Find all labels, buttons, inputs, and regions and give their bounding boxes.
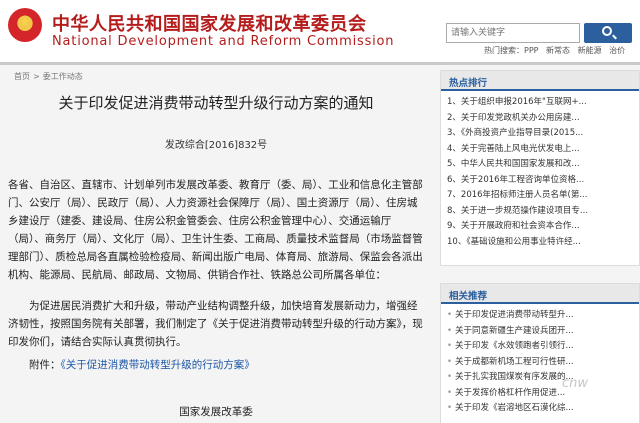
national-emblem-icon	[8, 8, 42, 42]
related-item[interactable]: • 关于同意新疆生产建设兵团开...	[447, 324, 633, 340]
attachment-line: 附件：《关于促进消费带动转型升级的行动方案》	[8, 356, 426, 374]
related-recommend-title: 相关推荐	[441, 284, 639, 304]
related-item[interactable]: • 关于成都新机场工程可行性研...	[447, 355, 633, 371]
hot-ranking-item[interactable]: 8、关于进一步规范操作建设项目专...	[447, 204, 633, 220]
hot-ranking-title: 热点排行	[441, 71, 639, 91]
search-button[interactable]	[584, 23, 632, 43]
hot-ranking-item[interactable]: 9、关于开展政府和社会资本合作...	[447, 219, 633, 235]
article-paragraph-body: 为促进居民消费扩大和升级，带动产业结构调整升级，加快培育发展新动力，增强经济韧性…	[8, 300, 423, 348]
hot-ranking-item[interactable]: 3、《外商投资产业指导目录(2015...	[447, 126, 633, 142]
related-item[interactable]: • 关于发挥价格杠杆作用促进...	[447, 386, 633, 402]
hot-ranking-item[interactable]: 6、关于2016年工程咨询单位资格...	[447, 173, 633, 189]
article-paragraph-recipients: 各省、自治区、直辖市、计划单列市发展改革委、教育厅（委、局）、工业和信息化主管部…	[8, 179, 423, 281]
site-title-en: National Development and Reform Commissi…	[52, 34, 395, 49]
hot-ranking-item[interactable]: 10、《基础设施和公用事业特许经...	[447, 235, 633, 251]
bullet-icon: •	[447, 325, 453, 336]
breadcrumb-home[interactable]: 首页	[14, 72, 30, 81]
breadcrumb-separator: >	[33, 72, 40, 81]
hot-search-item[interactable]: 新能源	[578, 46, 602, 55]
bullet-icon: •	[447, 372, 453, 382]
attachment-link[interactable]: 《关于促进消费带动转型升级的行动方案》	[61, 359, 255, 371]
bullet-icon: •	[447, 356, 453, 367]
related-item[interactable]: • 关于印发《岩溶地区石漠化综...	[447, 401, 633, 417]
hot-search-bar: 热门搜索：PPP 新常态 新能源 治价	[484, 45, 630, 56]
bullet-icon: •	[447, 310, 453, 320]
hot-search-label[interactable]: 热门搜索：PPP	[484, 46, 538, 55]
hot-search-item[interactable]: 治价	[609, 46, 625, 55]
related-item[interactable]: • 关于印发《水效领跑者引领行...	[447, 339, 633, 355]
sidebar: 热点排行 1、关于组织申报2016年"互联网+... 2、关于印发党政机关办公用…	[440, 70, 640, 423]
attachment-label: 附件：	[29, 359, 61, 371]
hot-ranking-list: 1、关于组织申报2016年"互联网+... 2、关于印发党政机关办公用房建...…	[441, 91, 639, 254]
hot-ranking-item[interactable]: 4、关于完善陆上风电光伏发电上...	[447, 142, 633, 158]
breadcrumb-section[interactable]: 委工作动态	[43, 72, 83, 81]
site-header: 中华人民共和国国家发展和改革委员会 National Development a…	[0, 0, 640, 62]
related-item[interactable]: • 关于扎实我国煤炭有序发展的...	[447, 370, 633, 386]
search-input[interactable]	[446, 23, 580, 43]
search-icon	[602, 26, 612, 36]
article-area: 首页 > 委工作动态 关于印发促进消费带动转型升级行动方案的通知 发改综合[2016…	[0, 65, 432, 423]
bullet-icon: •	[447, 403, 453, 413]
bullet-icon: •	[447, 387, 453, 398]
hot-ranking-panel: 热点排行 1、关于组织申报2016年"互联网+... 2、关于印发党政机关办公用…	[440, 70, 640, 266]
related-item[interactable]: • 关于印发促进消费带动转型升...	[447, 308, 633, 324]
related-recommend-list: • 关于印发促进消费带动转型升... • 关于同意新疆生产建设兵团开... • 关于印…	[441, 304, 639, 421]
hot-ranking-item[interactable]: 2、关于印发党政机关办公用房建...	[447, 111, 633, 127]
hot-ranking-item[interactable]: 1、关于组织申报2016年"互联网+...	[447, 95, 633, 111]
issuing-organization: 国家发展改革委	[179, 406, 253, 418]
hot-ranking-item[interactable]: 5、中华人民共和国国家发展和改...	[447, 157, 633, 173]
hot-search-item[interactable]: 新常态	[546, 46, 570, 55]
article-title: 关于印发促进消费带动转型升级行动方案的通知	[58, 94, 374, 112]
hot-ranking-item[interactable]: 7、2016年招标师注册人员名单(第...	[447, 188, 633, 204]
bullet-icon: •	[447, 341, 453, 351]
breadcrumb: 首页 > 委工作动态	[14, 71, 83, 82]
related-recommend-panel: 相关推荐 • 关于印发促进消费带动转型升... • 关于同意新疆生产建设兵团开...…	[440, 283, 640, 423]
document-number: 发改综合[2016]832号	[164, 140, 268, 151]
watermark: cnw	[562, 376, 589, 391]
site-title-cn[interactable]: 中华人民共和国国家发展和改革委员会	[52, 10, 367, 36]
